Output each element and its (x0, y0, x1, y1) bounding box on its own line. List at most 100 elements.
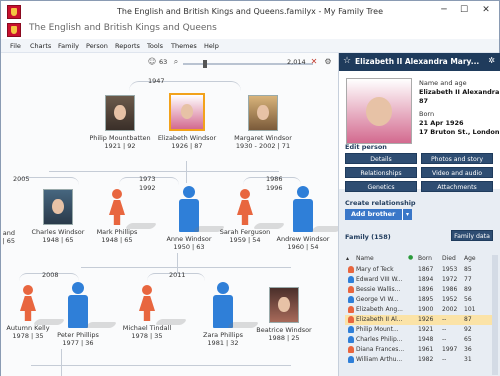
marriage-year: 2011 (169, 271, 186, 279)
cell-age: 77 (464, 276, 472, 283)
relationships-button[interactable]: Relationships (345, 167, 417, 178)
cross-tool-icon[interactable]: ✕ (309, 57, 319, 67)
details-button[interactable]: Details (345, 153, 417, 164)
edit-person-title: Edit person (345, 143, 387, 151)
panel-person-name: Elizabeth II Alexandra Mary... (355, 57, 480, 66)
cell-died: 1997 (442, 346, 458, 353)
person-dates: 1977 | 36 (62, 339, 94, 347)
descent-line (31, 365, 291, 366)
menu-charts[interactable]: Charts (30, 42, 51, 50)
panel-header: ☆ Elizabeth II Alexandra Mary... ✲ (339, 53, 500, 71)
cell-died: 1972 (442, 276, 458, 283)
table-scrollbar[interactable] (492, 255, 498, 375)
table-row[interactable]: Diana Frances... 1961 1997 36 (345, 345, 495, 355)
maximize-button[interactable]: ☐ (455, 3, 473, 17)
person-card[interactable]: Andrew Windsor 1960 | 54 (263, 186, 338, 251)
female-icon (348, 346, 354, 353)
table-row[interactable]: Bessie Wallis... 1896 1986 89 (345, 285, 495, 295)
cell-age: 101 (464, 306, 476, 313)
female-icon (348, 286, 354, 293)
menu-file[interactable]: File (10, 42, 21, 50)
male-icon (348, 296, 354, 303)
cell-name: William Arthu... (356, 356, 403, 363)
cell-born: 1921 (418, 326, 434, 333)
female-icon (348, 306, 354, 313)
add-brother-button[interactable]: Add brother (345, 209, 403, 220)
people-icon: ☺ (147, 57, 157, 66)
menu-reports[interactable]: Reports (115, 42, 140, 50)
person-card[interactable]: Mark Phillips 1948 | 65 (77, 189, 157, 244)
close-button[interactable]: ✕ (477, 3, 495, 17)
person-photo (169, 93, 205, 131)
descent-line (186, 161, 187, 183)
cell-died: 2002 (442, 306, 458, 313)
cell-age: 87 (464, 316, 472, 323)
family-count-label: Family (158) (345, 233, 391, 241)
female-figure-icon (17, 285, 39, 321)
menu-help[interactable]: Help (204, 42, 219, 50)
cell-name: Mary of Teck (356, 266, 394, 273)
menu-family[interactable]: Family (58, 42, 79, 50)
cell-died: -- (442, 316, 447, 323)
cell-born: 1867 (418, 266, 434, 273)
table-row[interactable]: George VI W... 1895 1952 56 (345, 295, 495, 305)
born-place: 17 Bruton St., London (419, 128, 500, 136)
family-data-button[interactable]: Family data (451, 230, 493, 241)
cell-name: Elizabeth Ang... (356, 306, 403, 313)
cell-born: 1926 (418, 316, 434, 323)
menu-person[interactable]: Person (86, 42, 108, 50)
table-row[interactable]: Charles Philip... 1948 -- 65 (345, 335, 495, 345)
cell-age: 56 (464, 296, 472, 303)
person-card-partial[interactable]: and | 65 (1, 229, 15, 245)
person-card[interactable]: Margaret Windsor 1930 - 2002 | 71 (223, 95, 303, 150)
menu-tools[interactable]: Tools (147, 42, 163, 50)
attachments-button[interactable]: Attachments (421, 181, 493, 192)
person-photo (43, 189, 73, 225)
photos-story-button[interactable]: Photos and story (421, 153, 493, 164)
table-row[interactable]: Philip Mount... 1921 -- 92 (345, 325, 495, 335)
zoom-slider-thumb[interactable] (203, 60, 207, 68)
cell-name: Diana Frances... (356, 346, 405, 353)
female-icon (348, 266, 354, 273)
cell-name: Philip Mount... (356, 326, 399, 333)
col-age[interactable]: Age (464, 255, 476, 262)
genetics-button[interactable]: Genetics (345, 181, 417, 192)
table-row[interactable]: Edward VIII W... 1894 1972 77 (345, 275, 495, 285)
video-audio-button[interactable]: Video and audio (421, 167, 493, 178)
gear-icon[interactable]: ✲ (488, 56, 495, 65)
zoom-out-icon[interactable]: ⌕ (171, 57, 181, 67)
table-row[interactable]: Elizabeth II Al... 1926 -- 87 (345, 315, 495, 325)
person-card[interactable]: Beatrice Windsor 1988 | 25 (244, 287, 324, 342)
tree-canvas[interactable]: ☺ 63 ⌕ 2,014 ✕ ⚙ 1947 2005 1973 1992 198… (1, 53, 338, 376)
descent-line (61, 349, 62, 376)
col-name[interactable]: Name (356, 255, 374, 262)
sort-icon[interactable]: ▴ (346, 255, 349, 262)
settings-icon[interactable]: ⚙ (323, 57, 333, 67)
table-row[interactable]: William Arthu... 1982 -- 31 (345, 355, 495, 365)
male-icon (348, 356, 354, 363)
col-born[interactable]: Born (418, 255, 432, 262)
person-card[interactable]: Michael Tindall 1978 | 35 (107, 285, 187, 340)
person-large-photo[interactable] (346, 78, 412, 144)
marriage-year: 2008 (42, 271, 59, 279)
person-dates: 1948 | 65 (101, 236, 133, 244)
cell-born: 1948 (418, 336, 434, 343)
table-row[interactable]: Elizabeth Ang... 1900 2002 101 (345, 305, 495, 315)
male-icon (348, 336, 354, 343)
col-died[interactable]: Died (442, 255, 456, 262)
male-icon (348, 276, 354, 283)
marriage-year: 1947 (148, 77, 165, 85)
star-icon[interactable]: ☆ (343, 56, 351, 66)
menu-themes[interactable]: Themes (171, 42, 197, 50)
person-card-selected[interactable]: Elizabeth Windsor 1926 | 87 (147, 93, 227, 150)
person-name: Michael Tindall (122, 324, 172, 332)
zoom-value: 2,014 (287, 58, 306, 66)
full-name-value: Elizabeth II Alexandra Ma... (419, 88, 500, 96)
cell-name: Charles Philip... (356, 336, 403, 343)
minimize-button[interactable]: ─ (435, 3, 453, 17)
add-relation-dropdown[interactable]: ▾ (402, 209, 412, 220)
person-name: Mark Phillips (96, 228, 138, 236)
person-name: and (2, 229, 15, 237)
person-card[interactable]: Peter Phillips 1977 | 36 (38, 282, 118, 347)
table-row[interactable]: Mary of Teck 1867 1953 85 (345, 265, 495, 275)
